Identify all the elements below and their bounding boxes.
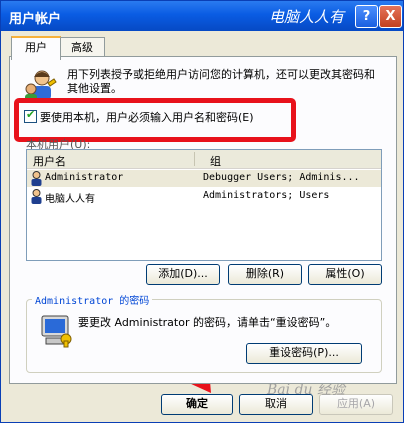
password-instruction: 要更改 Administrator 的密码，请单击“重设密码”。 (78, 316, 337, 329)
window-title: 用户帐户 (9, 12, 62, 27)
help-button[interactable]: ? (355, 5, 378, 28)
list-header: 用户名 组 (27, 150, 381, 169)
ok-button[interactable]: 确定 (161, 394, 233, 415)
user-list[interactable]: 用户名 组 Administrator Debugger Users; Admi… (26, 149, 382, 261)
column-header-username[interactable]: 用户名 (33, 153, 66, 169)
column-separator[interactable] (194, 152, 195, 166)
user-name: Administrator (45, 172, 124, 183)
list-item[interactable]: 电脑人人有 Administrators; Users (27, 188, 381, 205)
user-icon (31, 189, 42, 204)
close-button[interactable]: X (379, 5, 402, 28)
users-tab-panel: 用下列表授予或拒绝用户访问您的计算机，还可以更改其密码和其他设置。 ✔ 要使用本… (9, 56, 397, 384)
user-icon (31, 171, 42, 186)
user-group: Debugger Users; Adminis... (203, 172, 360, 183)
remove-user-button[interactable]: 删除(R) (228, 264, 302, 285)
require-password-checkbox[interactable]: ✔ (24, 108, 37, 123)
user-group: Administrators; Users (203, 190, 330, 201)
check-mark-icon: ✔ (26, 108, 36, 121)
properties-button[interactable]: 属性(O) (308, 264, 382, 285)
require-password-label[interactable]: 要使用本机，用户必须输入用户名和密码(E) (40, 109, 254, 125)
watermark-top: 电脑人人有 (269, 8, 345, 26)
add-user-button[interactable]: 添加(D)... (146, 264, 220, 285)
user-accounts-dialog: 用户帐户 电脑人人有 ? X 用户 高级 用下列表授予或拒绝用户访问您的计算机，… (0, 0, 404, 423)
intro-text: 用下列表授予或拒绝用户访问您的计算机，还可以更改其密码和其他设置。 (67, 68, 375, 95)
list-item[interactable]: Administrator Debugger Users; Adminis... (27, 170, 381, 187)
user-name: 电脑人人有 (45, 194, 95, 205)
tab-advanced[interactable]: 高级 (59, 37, 105, 58)
tab-users[interactable]: 用户 (11, 36, 61, 60)
password-group-title: Administrator 的密码 (32, 292, 153, 307)
reset-password-button[interactable]: 重设密码(P)... (246, 343, 362, 364)
title-bar[interactable]: 用户帐户 电脑人人有 ? X (1, 1, 403, 31)
computer-password-icon (41, 315, 72, 348)
column-header-group[interactable]: 组 (210, 153, 221, 169)
